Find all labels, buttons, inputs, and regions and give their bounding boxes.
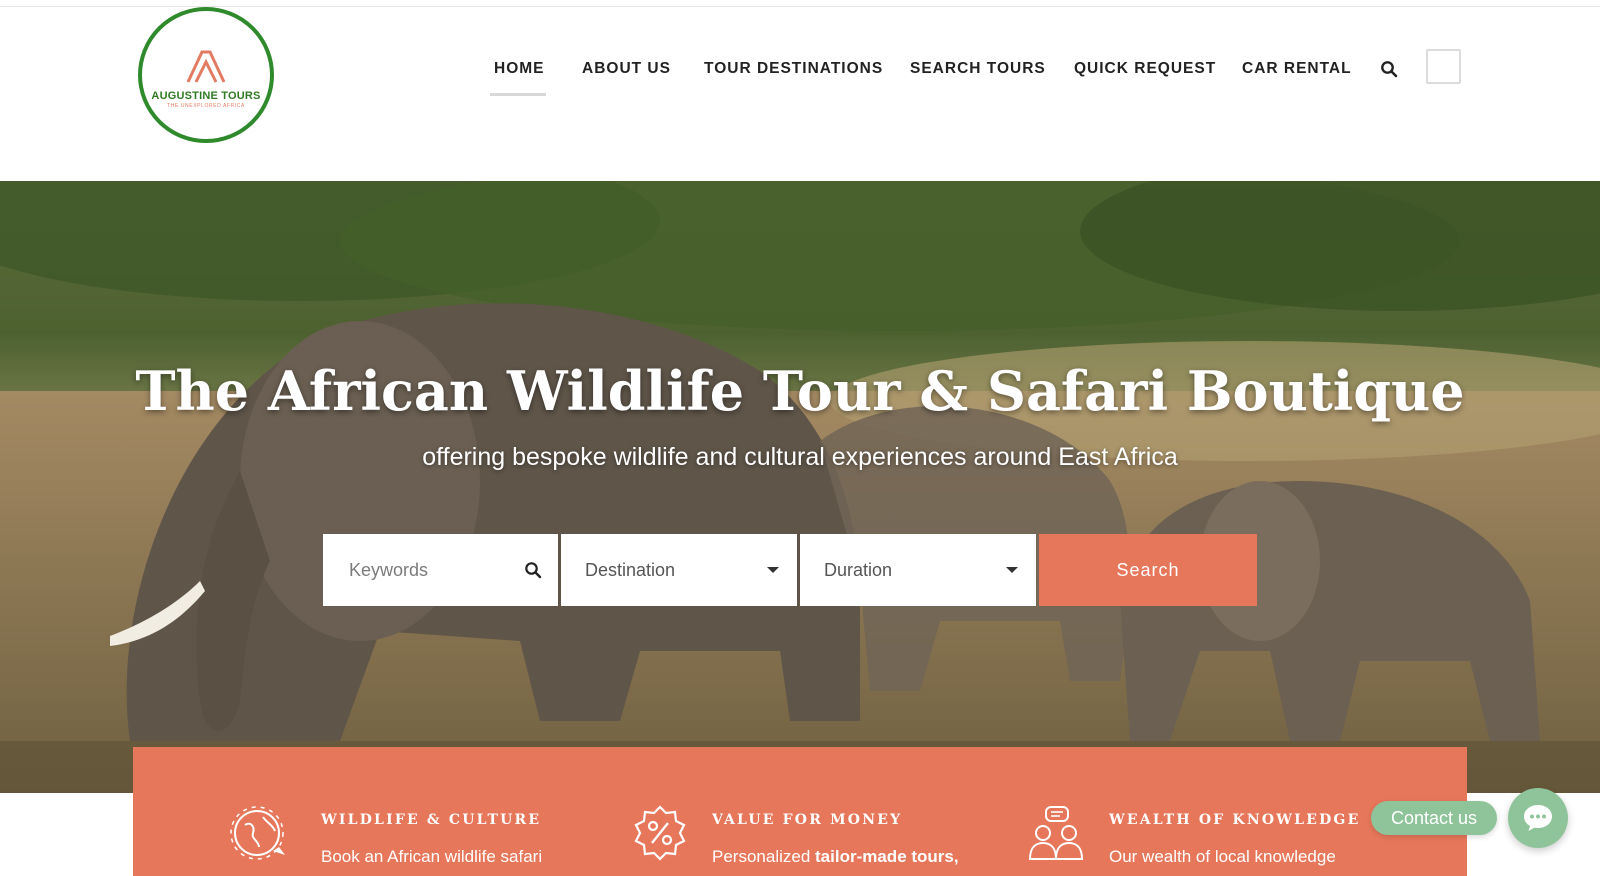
- nav-home[interactable]: HOME: [494, 59, 545, 79]
- nav-tour-destinations[interactable]: TOUR DESTINATIONS: [704, 59, 883, 79]
- feature-text: Personalized tailor-made tours,: [712, 847, 959, 867]
- duration-label: Duration: [824, 559, 893, 580]
- nav-quick-request[interactable]: QUICK REQUEST: [1074, 59, 1216, 79]
- features-band: WILDLIFE & CULTURE Book an African wildl…: [133, 747, 1467, 876]
- search-icon[interactable]: [1380, 60, 1398, 78]
- feature-text: Book an African wildlife safari: [321, 847, 543, 866]
- hero-elephants-image: [0, 181, 1600, 793]
- feature-wildlife-culture: WILDLIFE & CULTURE Book an African wildl…: [229, 747, 589, 876]
- site-header: AUGUSTINE TOURS THE UNEXPLORED AFRICA HO…: [0, 7, 1600, 181]
- nav-about-us[interactable]: ABOUT US: [582, 59, 671, 79]
- chevron-down-icon: [767, 567, 779, 573]
- feature-value-for-money: VALUE FOR MONEY Personalized tailor-made…: [630, 747, 1030, 876]
- destination-select[interactable]: Destination: [561, 534, 797, 606]
- feature-title: WEALTH OF KNOWLEDGE: [1109, 812, 1361, 828]
- duration-select[interactable]: Duration: [800, 534, 1036, 606]
- contact-chat-button[interactable]: [1508, 788, 1568, 848]
- hero-subtitle: offering bespoke wildlife and cultural e…: [422, 443, 1178, 471]
- feature-title: VALUE FOR MONEY: [712, 812, 903, 828]
- nav-search-tours[interactable]: SEARCH TOURS: [910, 59, 1046, 79]
- nav-cart-box[interactable]: [1426, 49, 1461, 84]
- hero-banner: The African Wildlife Tour & Safari Bouti…: [0, 181, 1600, 793]
- tour-search-form: Destination Duration Search: [323, 534, 1257, 606]
- nav-car-rental[interactable]: CAR RENTAL: [1242, 59, 1352, 79]
- nav-active-indicator: [490, 93, 546, 96]
- keywords-input[interactable]: [347, 558, 507, 582]
- percent-badge-icon: [634, 805, 686, 861]
- main-nav: HOME ABOUT US TOUR DESTINATIONS SEARCH T…: [0, 7, 1600, 137]
- destination-label: Destination: [585, 559, 676, 580]
- chevron-down-icon: [1006, 567, 1018, 573]
- contact-us-label[interactable]: Contact us: [1371, 801, 1497, 835]
- feature-text-prefix: Personalized: [712, 847, 816, 866]
- hero-title: The African Wildlife Tour & Safari Bouti…: [135, 359, 1465, 423]
- feature-text: Our wealth of local knowledge: [1109, 847, 1336, 866]
- feature-title: WILDLIFE & CULTURE: [321, 812, 542, 828]
- feature-text-bold: tailor-made tours,: [815, 847, 959, 866]
- keywords-field[interactable]: [323, 534, 558, 606]
- search-button[interactable]: Search: [1039, 534, 1257, 606]
- globe-icon: [230, 806, 285, 860]
- chat-bubble-icon: [1524, 805, 1552, 831]
- search-icon[interactable]: [524, 561, 542, 579]
- people-chat-icon: [1028, 806, 1084, 860]
